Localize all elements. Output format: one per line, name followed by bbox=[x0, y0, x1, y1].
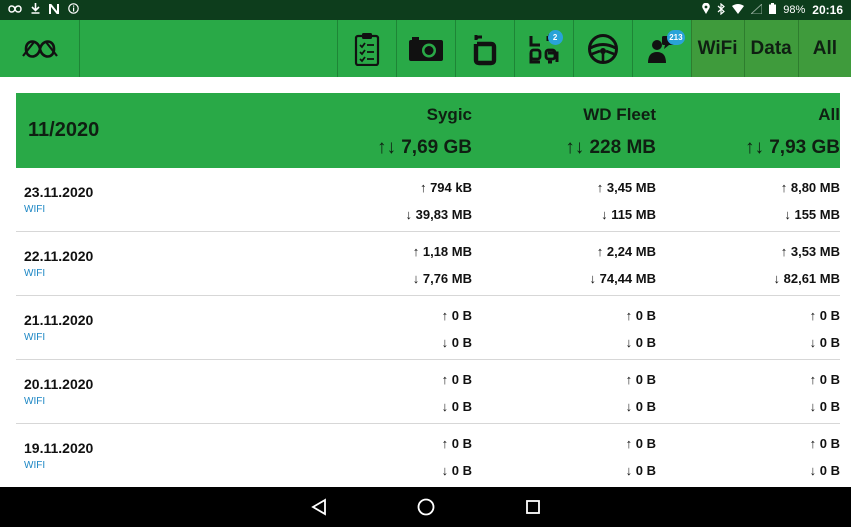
wd-fleet-upload: ↑ 3,45 MB bbox=[596, 180, 656, 195]
row-date: 19.11.2020 bbox=[24, 440, 94, 456]
table-row[interactable]: 21.11.2020 WIFI ↑ 0 B ↓ 0 B ↑ 0 B ↓ 0 B … bbox=[16, 296, 840, 360]
filter-data-toggle[interactable]: Data bbox=[743, 20, 798, 77]
back-icon[interactable] bbox=[310, 498, 327, 516]
camera-icon bbox=[408, 36, 443, 61]
wd-fleet-download: ↓ 74,44 MB bbox=[589, 271, 656, 286]
all-download: ↓ 0 B bbox=[809, 463, 840, 478]
sygic-download: ↓ 7,76 MB bbox=[412, 271, 472, 286]
pretzel-logo-icon bbox=[8, 3, 22, 17]
sygic-download: ↓ 0 B bbox=[441, 463, 472, 478]
pretzel-logo-icon bbox=[21, 39, 58, 58]
row-connection-type: WIFI bbox=[24, 268, 46, 279]
messages-button[interactable]: 213 bbox=[631, 20, 691, 77]
route-icon bbox=[473, 34, 496, 65]
row-date: 21.11.2020 bbox=[24, 312, 94, 328]
all-upload: ↑ 0 B bbox=[809, 308, 840, 323]
usage-list: 23.11.2020 WIFI ↑ 794 kB ↓ 39,83 MB ↑ 3,… bbox=[16, 168, 840, 488]
row-date: 22.11.2020 bbox=[24, 248, 94, 264]
apps-button[interactable]: 2 bbox=[513, 20, 573, 77]
sygic-upload: ↑ 0 B bbox=[441, 308, 472, 323]
sygic-download: ↓ 0 B bbox=[441, 399, 472, 414]
clock: 20:16 bbox=[812, 3, 843, 17]
wd-fleet-download: ↓ 115 MB bbox=[601, 207, 656, 222]
checklist-icon bbox=[354, 32, 379, 66]
all-download: ↓ 155 MB bbox=[784, 207, 840, 222]
sygic-upload: ↑ 1,18 MB bbox=[412, 244, 472, 259]
status-left-icons bbox=[8, 1, 79, 17]
toolbar: 2 213 WiFi Data All bbox=[0, 20, 851, 77]
row-connection-type: WIFI bbox=[24, 204, 46, 215]
table-row[interactable]: 20.11.2020 WIFI ↑ 0 B ↓ 0 B ↑ 0 B ↓ 0 B … bbox=[16, 360, 840, 424]
checklist-button[interactable] bbox=[336, 20, 396, 77]
sygic-download: ↓ 39,83 MB bbox=[405, 207, 472, 222]
filter-wifi-toggle[interactable]: WiFi bbox=[690, 20, 744, 77]
column-total-wd-fleet: ↑↓ 228 MB bbox=[565, 137, 656, 158]
row-date: 23.11.2020 bbox=[24, 184, 94, 200]
wd-fleet-download: ↓ 0 B bbox=[625, 335, 656, 350]
wd-fleet-upload: ↑ 0 B bbox=[625, 436, 656, 451]
row-connection-type: WIFI bbox=[24, 396, 46, 407]
column-total-all: ↑↓ 7,93 GB bbox=[744, 137, 840, 158]
status-bar: 98% 20:16 bbox=[0, 0, 851, 20]
steering-wheel-icon bbox=[587, 33, 618, 64]
all-download: ↓ 0 B bbox=[809, 399, 840, 414]
home-icon[interactable] bbox=[417, 498, 435, 516]
system-nav-bar bbox=[0, 487, 851, 527]
battery-icon bbox=[769, 3, 777, 17]
info-icon bbox=[68, 3, 79, 17]
row-date: 20.11.2020 bbox=[24, 376, 94, 392]
column-total-sygic: ↑↓ 7,69 GB bbox=[376, 137, 472, 158]
apps-badge: 2 bbox=[547, 30, 563, 45]
messages-badge: 213 bbox=[667, 30, 685, 45]
table-row[interactable]: 19.11.2020 WIFI ↑ 0 B ↓ 0 B ↑ 0 B ↓ 0 B … bbox=[16, 424, 840, 488]
all-download: ↓ 82,61 MB bbox=[773, 271, 840, 286]
wd-fleet-upload: ↑ 0 B bbox=[625, 308, 656, 323]
sygic-upload: ↑ 0 B bbox=[441, 436, 472, 451]
recents-icon[interactable] bbox=[525, 499, 541, 515]
wd-fleet-download: ↓ 0 B bbox=[625, 399, 656, 414]
app-logo-button[interactable] bbox=[0, 20, 80, 77]
connection-filter-toggles: WiFi Data All bbox=[690, 20, 851, 77]
row-connection-type: WIFI bbox=[24, 332, 46, 343]
all-download: ↓ 0 B bbox=[809, 335, 840, 350]
sygic-upload: ↑ 794 kB bbox=[419, 180, 472, 195]
all-upload: ↑ 0 B bbox=[809, 436, 840, 451]
filter-all-toggle[interactable]: All bbox=[797, 20, 851, 77]
location-icon bbox=[702, 2, 711, 17]
status-right-icons: 98% 20:16 bbox=[702, 2, 843, 18]
row-connection-type: WIFI bbox=[24, 460, 46, 471]
route-button[interactable] bbox=[454, 20, 514, 77]
battery-percentage: 98% bbox=[783, 4, 806, 16]
all-upload: ↑ 8,80 MB bbox=[780, 180, 840, 195]
table-row[interactable]: 22.11.2020 WIFI ↑ 1,18 MB ↓ 7,76 MB ↑ 2,… bbox=[16, 232, 840, 296]
download-icon bbox=[31, 3, 40, 17]
steering-wheel-button[interactable] bbox=[572, 20, 632, 77]
wd-fleet-upload: ↑ 0 B bbox=[625, 372, 656, 387]
all-upload: ↑ 3,53 MB bbox=[780, 244, 840, 259]
period-label: 11/2020 bbox=[28, 119, 100, 141]
n-icon bbox=[49, 1, 59, 17]
table-header: 11/2020 Sygic ↑↓ 7,69 GB WD Fleet ↑↓ 228… bbox=[16, 93, 840, 168]
bluetooth-icon bbox=[717, 2, 726, 18]
camera-button[interactable] bbox=[395, 20, 455, 77]
all-upload: ↑ 0 B bbox=[809, 372, 840, 387]
wd-fleet-download: ↓ 0 B bbox=[625, 463, 656, 478]
wd-fleet-upload: ↑ 2,24 MB bbox=[596, 244, 656, 259]
wifi-icon bbox=[732, 3, 745, 17]
sygic-download: ↓ 0 B bbox=[441, 335, 472, 350]
column-header-wd-fleet: WD Fleet bbox=[583, 105, 656, 124]
column-header-all: All bbox=[818, 105, 840, 124]
sygic-upload: ↑ 0 B bbox=[441, 372, 472, 387]
column-header-sygic: Sygic bbox=[426, 105, 472, 124]
signal-icon bbox=[749, 2, 763, 17]
table-row[interactable]: 23.11.2020 WIFI ↑ 794 kB ↓ 39,83 MB ↑ 3,… bbox=[16, 168, 840, 232]
